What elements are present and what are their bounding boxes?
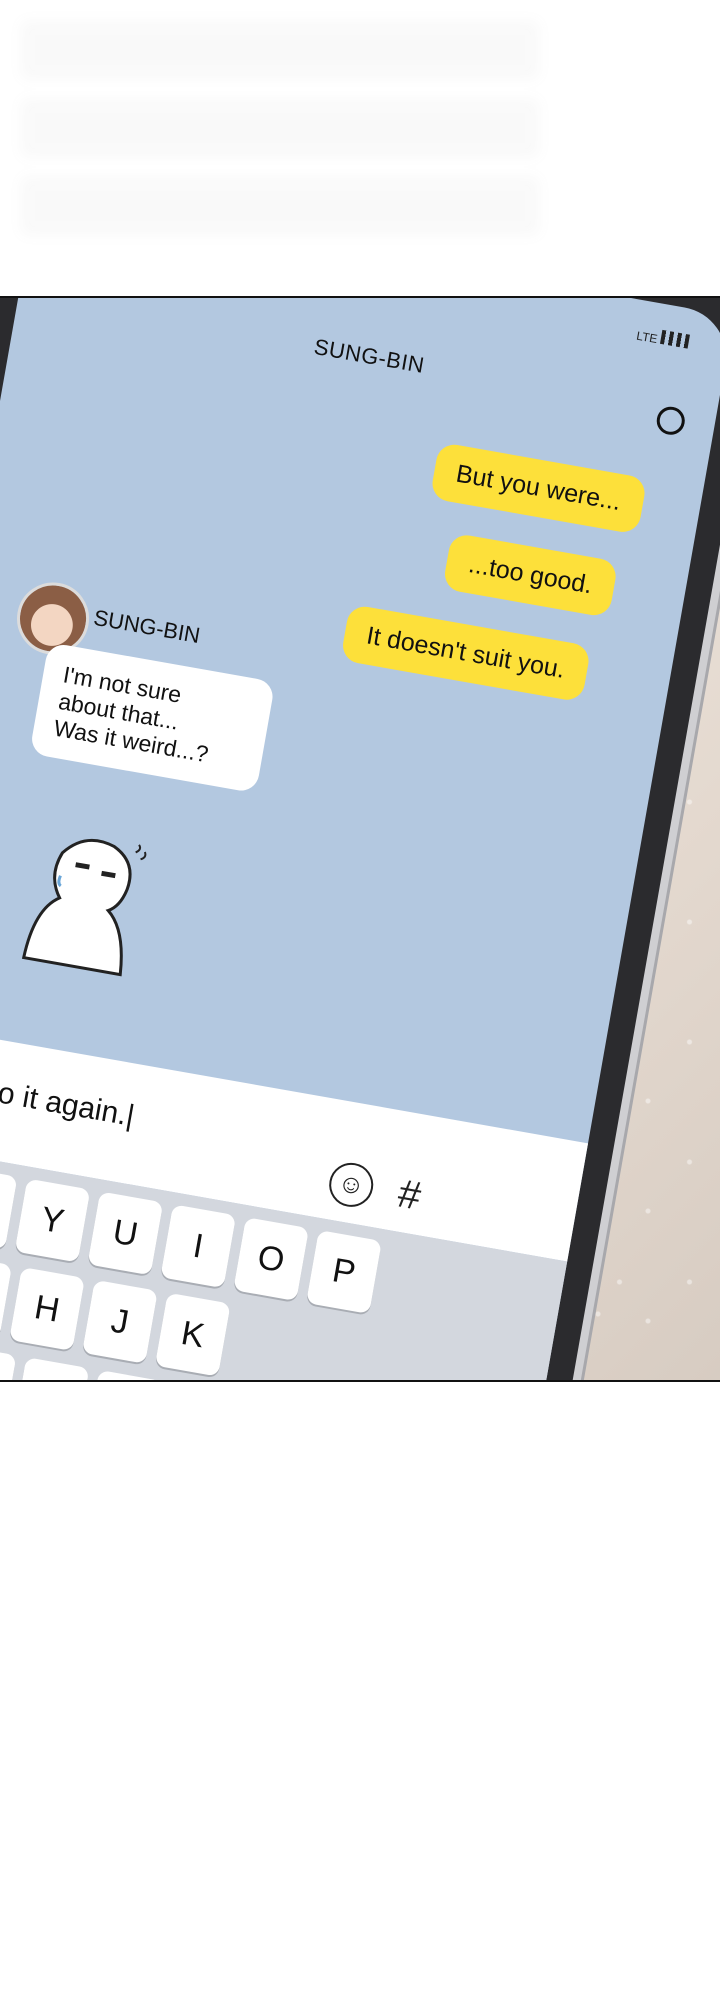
blurred-caption <box>20 20 540 270</box>
search-icon[interactable] <box>654 404 687 437</box>
key[interactable]: G <box>0 1254 13 1339</box>
network-label: LTE <box>635 328 659 347</box>
key[interactable]: V <box>0 1344 17 1380</box>
key[interactable]: T <box>0 1165 18 1250</box>
status-bar: LTE <box>635 326 690 352</box>
key[interactable]: K <box>154 1292 231 1377</box>
key[interactable]: B <box>13 1357 90 1380</box>
key[interactable]: N <box>86 1369 163 1380</box>
key[interactable]: Y <box>14 1178 91 1263</box>
message-input[interactable]: I want to do it again.| <box>0 1052 137 1133</box>
sent-message: But you were... <box>429 441 648 535</box>
key[interactable]: O <box>233 1217 310 1302</box>
chat-title: SUNG-BIN <box>312 333 427 378</box>
hashtag-icon[interactable]: # <box>394 1172 425 1220</box>
sent-message: ...too good. <box>442 532 619 618</box>
key[interactable]: H <box>9 1266 85 1351</box>
signal-icon <box>659 329 690 349</box>
key[interactable]: I <box>160 1204 237 1289</box>
sender-name: SUNG-BIN <box>91 604 203 649</box>
key[interactable]: U <box>87 1191 164 1276</box>
sent-message: It doesn't suit you. <box>340 603 592 703</box>
key[interactable]: P <box>306 1229 382 1314</box>
sticker-image[interactable] <box>3 811 167 983</box>
key[interactable]: J <box>81 1279 158 1364</box>
back-arrow-icon[interactable]: ← <box>88 298 129 309</box>
received-message: I'm not sure about that... Was it weird.… <box>29 642 276 794</box>
emoji-icon[interactable]: ☺ <box>325 1159 377 1211</box>
comic-panel: LTE ← SUNG-BIN But you were... ...too go… <box>0 296 720 1382</box>
